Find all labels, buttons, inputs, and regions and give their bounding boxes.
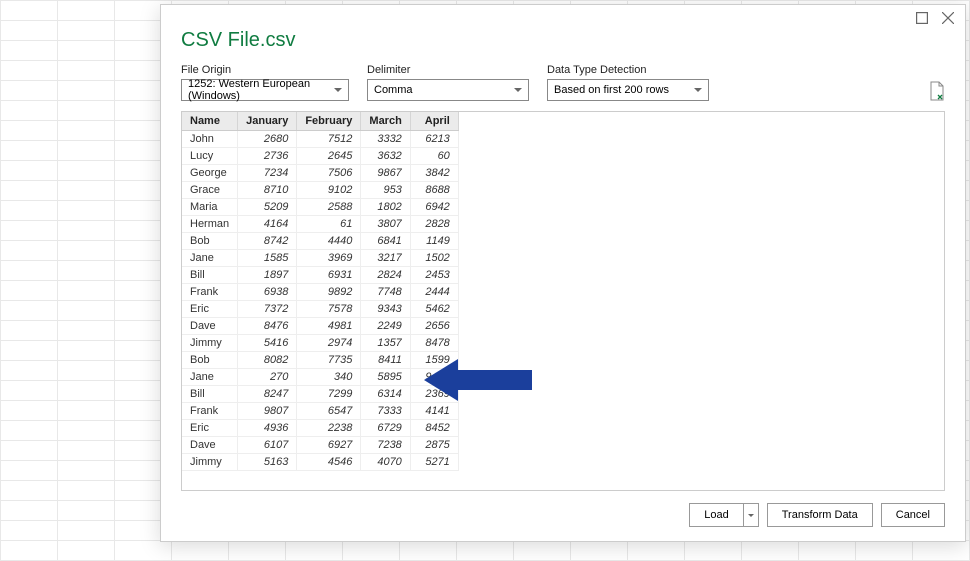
maximize-icon[interactable] <box>915 11 929 25</box>
table-row[interactable]: Frank9807654773334141 <box>182 403 458 420</box>
dialog-footer: Load Transform Data Cancel <box>161 491 965 541</box>
table-row[interactable]: Herman41646138072828 <box>182 216 458 233</box>
close-icon[interactable] <box>941 11 955 25</box>
column-header[interactable]: January <box>238 112 297 131</box>
table-row[interactable]: Bill1897693128242453 <box>182 267 458 284</box>
titlebar <box>161 5 965 25</box>
table-row[interactable]: Bill8247729963142369 <box>182 386 458 403</box>
cancel-button[interactable]: Cancel <box>881 503 945 527</box>
csv-import-dialog: CSV File.csv File Origin 1252: Western E… <box>160 4 966 542</box>
preview-table: NameJanuaryFebruaryMarchApril John268075… <box>182 112 459 471</box>
table-row[interactable]: Jimmy5416297413578478 <box>182 335 458 352</box>
column-header[interactable]: March <box>361 112 410 131</box>
schema-icon[interactable] <box>929 81 945 101</box>
dialog-title: CSV File.csv <box>181 29 945 52</box>
load-dropdown-button[interactable] <box>743 503 759 527</box>
table-row[interactable]: Bob8082773584111599 <box>182 352 458 369</box>
column-header[interactable]: April <box>410 112 458 131</box>
table-row[interactable]: George7234750698673842 <box>182 165 458 182</box>
table-row[interactable]: Bob8742444068411149 <box>182 233 458 250</box>
table-row[interactable]: Lucy27362645363260 <box>182 148 458 165</box>
column-header[interactable]: Name <box>182 112 238 131</box>
delimiter-select[interactable]: Comma <box>367 79 529 101</box>
load-button[interactable]: Load <box>689 503 742 527</box>
file-origin-select[interactable]: 1252: Western European (Windows) <box>181 79 349 101</box>
table-row[interactable]: Eric4936223867298452 <box>182 420 458 437</box>
table-row[interactable]: Jane1585396932171502 <box>182 250 458 267</box>
file-origin-label: File Origin <box>181 64 349 76</box>
table-row[interactable]: Jimmy5163454640705271 <box>182 454 458 471</box>
table-row[interactable]: John2680751233326213 <box>182 131 458 148</box>
table-row[interactable]: Maria5209258818026942 <box>182 199 458 216</box>
preview-pane[interactable]: NameJanuaryFebruaryMarchApril John268075… <box>181 111 945 491</box>
dialog-header: CSV File.csv <box>161 25 965 64</box>
table-row[interactable]: Dave8476498122492656 <box>182 318 458 335</box>
table-row[interactable]: Dave6107692772382875 <box>182 437 458 454</box>
transform-data-button[interactable]: Transform Data <box>767 503 873 527</box>
table-row[interactable]: Frank6938989277482444 <box>182 284 458 301</box>
table-row[interactable]: Eric7372757893435462 <box>182 301 458 318</box>
data-type-select[interactable]: Based on first 200 rows <box>547 79 709 101</box>
import-controls: File Origin 1252: Western European (Wind… <box>161 64 965 111</box>
table-row[interactable]: Grace871091029538688 <box>182 182 458 199</box>
delimiter-label: Delimiter <box>367 64 529 76</box>
table-row[interactable]: Jane27034058959492 <box>182 369 458 386</box>
load-split-button: Load <box>689 503 758 527</box>
column-header[interactable]: February <box>297 112 361 131</box>
data-type-label: Data Type Detection <box>547 64 709 76</box>
